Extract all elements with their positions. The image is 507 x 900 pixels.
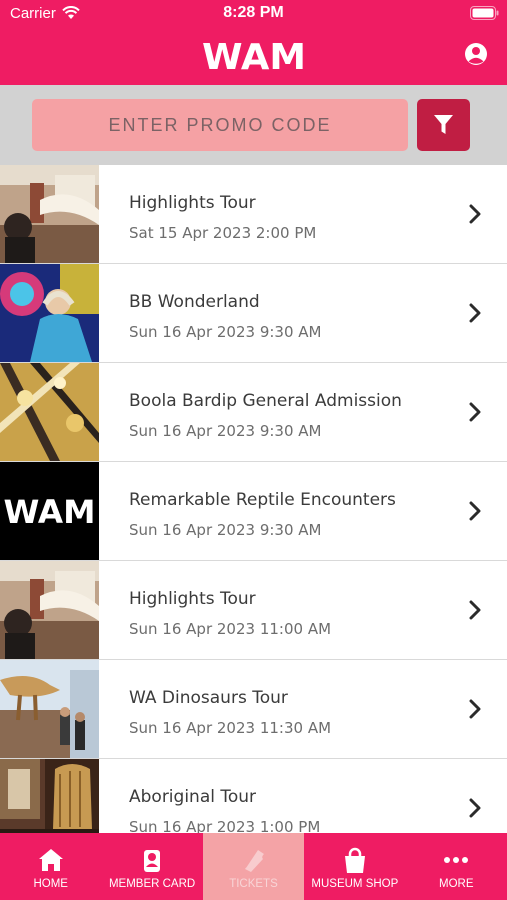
shopping-bag-icon [344, 847, 365, 873]
logo-text: WAM [202, 37, 306, 71]
list-item[interactable]: WAM Remarkable Reptile Encounters Sun 16… [0, 462, 507, 561]
tab-member-card[interactable]: MEMBER CARD [101, 833, 202, 900]
filter-button[interactable] [417, 99, 470, 151]
event-list: Highlights Tour Sat 15 Apr 2023 2:00 PM … [0, 165, 507, 833]
event-title: WA Dinosaurs Tour [129, 688, 288, 708]
event-title: Aboriginal Tour [129, 787, 257, 807]
chevron-right-icon [469, 600, 481, 620]
chevron-right-icon [469, 402, 481, 422]
bottom-tab-bar: HOME MEMBER CARD TICKETS MUSEUM SHOP MOR… [0, 833, 507, 900]
tab-home[interactable]: HOME [0, 833, 101, 900]
event-date: Sun 16 Apr 2023 1:00 PM [129, 818, 321, 833]
tab-label: MEMBER CARD [108, 878, 196, 890]
app-header: Carrier 8:28 PM WAM [0, 0, 507, 85]
event-date: Sun 16 Apr 2023 11:00 AM [129, 620, 332, 638]
ticket-icon [245, 850, 265, 872]
event-title: Highlights Tour [129, 589, 256, 609]
event-date: Sun 16 Apr 2023 11:30 AM [129, 719, 332, 737]
list-item[interactable]: BB Wonderland Sun 16 Apr 2023 9:30 AM [0, 264, 507, 363]
tab-label: TICKETS [229, 878, 278, 890]
thumbnail-logo-text: WAM [4, 493, 96, 531]
home-icon [38, 849, 63, 871]
colorful-art-photo [0, 264, 99, 362]
list-item[interactable]: Aboriginal Tour Sun 16 Apr 2023 1:00 PM [0, 759, 507, 833]
list-item[interactable]: Highlights Tour Sun 16 Apr 2023 11:00 AM [0, 561, 507, 660]
event-title: Highlights Tour [129, 193, 256, 213]
dinosaur-photo [0, 660, 99, 758]
clock: 8:28 PM [223, 4, 284, 21]
wam-logo: WAM [202, 37, 306, 71]
tab-museum-shop[interactable]: MUSEUM SHOP [304, 833, 405, 900]
event-date: Sun 16 Apr 2023 9:30 AM [129, 521, 322, 539]
status-bar: Carrier 8:28 PM [0, 0, 507, 30]
gallery-photo [0, 165, 99, 263]
chevron-right-icon [469, 699, 481, 719]
list-item[interactable]: Highlights Tour Sat 15 Apr 2023 2:00 PM [0, 165, 507, 264]
promo-bar [0, 85, 507, 165]
member-card-icon [144, 850, 161, 872]
event-date: Sun 16 Apr 2023 9:30 AM [129, 323, 322, 341]
chevron-right-icon [469, 798, 481, 818]
chevron-right-icon [469, 501, 481, 521]
list-item[interactable]: WA Dinosaurs Tour Sun 16 Apr 2023 11:30 … [0, 660, 507, 759]
tab-more[interactable]: MORE [406, 833, 507, 900]
event-date: Sat 15 Apr 2023 2:00 PM [129, 224, 317, 242]
more-icon [444, 857, 469, 863]
tab-label: MORE [439, 878, 474, 890]
ceiling-art-photo [0, 363, 99, 461]
chevron-right-icon [469, 204, 481, 224]
filter-icon [434, 115, 453, 134]
event-title: Remarkable Reptile Encounters [129, 490, 396, 510]
gallery-photo [0, 561, 99, 659]
promo-code-input[interactable] [32, 99, 408, 151]
tab-label: MUSEUM SHOP [311, 878, 399, 890]
exhibit-photo [0, 759, 99, 833]
list-item[interactable]: Boola Bardip General Admission Sun 16 Ap… [0, 363, 507, 462]
wam-logo-thumbnail: WAM [0, 462, 99, 560]
chevron-right-icon [469, 303, 481, 323]
profile-icon[interactable] [464, 42, 488, 66]
event-title: Boola Bardip General Admission [129, 391, 402, 411]
event-title: BB Wonderland [129, 292, 260, 312]
event-date: Sun 16 Apr 2023 9:30 AM [129, 422, 322, 440]
battery-icon [470, 6, 499, 20]
tab-label: HOME [33, 878, 68, 890]
tab-tickets[interactable]: TICKETS [202, 833, 305, 900]
